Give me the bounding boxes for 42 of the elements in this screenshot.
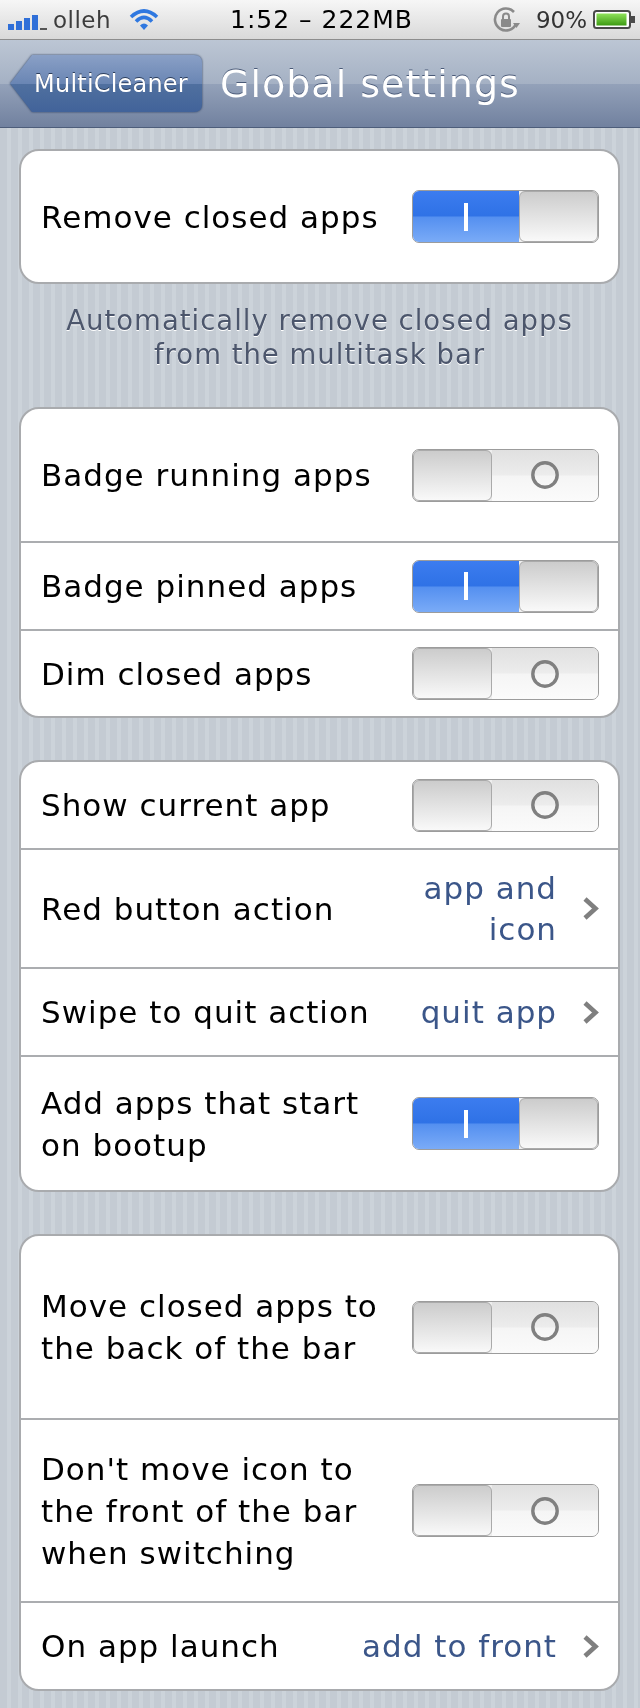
chevron-icon[interactable] bbox=[582, 1633, 599, 1659]
setting-label: Dim closed apps bbox=[41, 654, 313, 694]
setting-label: Don't move icon to the front of the bar when switching bbox=[41, 1449, 359, 1573]
option-value[interactable]: app and icon bbox=[334, 867, 557, 950]
toggle-switch[interactable] bbox=[412, 448, 599, 502]
carrier-name: olleh bbox=[53, 5, 112, 34]
toggle-switch[interactable] bbox=[412, 190, 599, 243]
screen-title: Global settings bbox=[220, 60, 520, 107]
ring-icon bbox=[531, 1496, 559, 1525]
toggle-switch[interactable] bbox=[412, 1097, 599, 1150]
ring-icon bbox=[531, 1313, 559, 1341]
option-value[interactable]: quit app bbox=[396, 991, 557, 1033]
ring-icon bbox=[531, 659, 559, 688]
toggle-switch[interactable] bbox=[412, 778, 599, 832]
setting-label: Badge running apps bbox=[41, 456, 372, 495]
ring-icon bbox=[531, 791, 559, 819]
toggle-switch[interactable] bbox=[412, 559, 599, 613]
ring-icon bbox=[531, 461, 559, 489]
chevron-icon[interactable] bbox=[582, 999, 599, 1025]
setting-label: Remove closed apps bbox=[41, 197, 379, 237]
bar-icon bbox=[464, 572, 468, 600]
setting-label: On app launch bbox=[41, 1627, 280, 1666]
battery-percentage: 90% bbox=[535, 5, 587, 34]
setting-label: Badge pinned apps bbox=[41, 567, 358, 606]
setting-label: Red button action bbox=[41, 889, 335, 929]
setting-label: Show current app bbox=[41, 786, 331, 825]
battery-icon bbox=[593, 10, 635, 29]
back-button[interactable]: MultiCleaner bbox=[10, 55, 202, 112]
toggle-switch[interactable] bbox=[412, 647, 599, 700]
bar-icon bbox=[464, 202, 468, 231]
chevron-icon[interactable] bbox=[582, 896, 599, 921]
bar-icon bbox=[464, 1109, 468, 1138]
wifi-icon bbox=[129, 8, 160, 31]
signal-bars-icon bbox=[8, 13, 47, 30]
toggle-switch[interactable] bbox=[412, 1484, 599, 1537]
setting-label: Swipe to quit action bbox=[41, 993, 370, 1032]
status-time: 1:52 – 222MB bbox=[230, 4, 413, 35]
footer-note: Automatically remove closed apps from the multitask bar bbox=[65, 303, 574, 371]
toggle-switch[interactable] bbox=[412, 1300, 599, 1354]
option-value[interactable]: add to front bbox=[338, 1625, 557, 1667]
setting-label: Move closed apps to the back of the bar bbox=[41, 1287, 379, 1368]
setting-label: Add apps that start on bootup bbox=[41, 1083, 361, 1165]
